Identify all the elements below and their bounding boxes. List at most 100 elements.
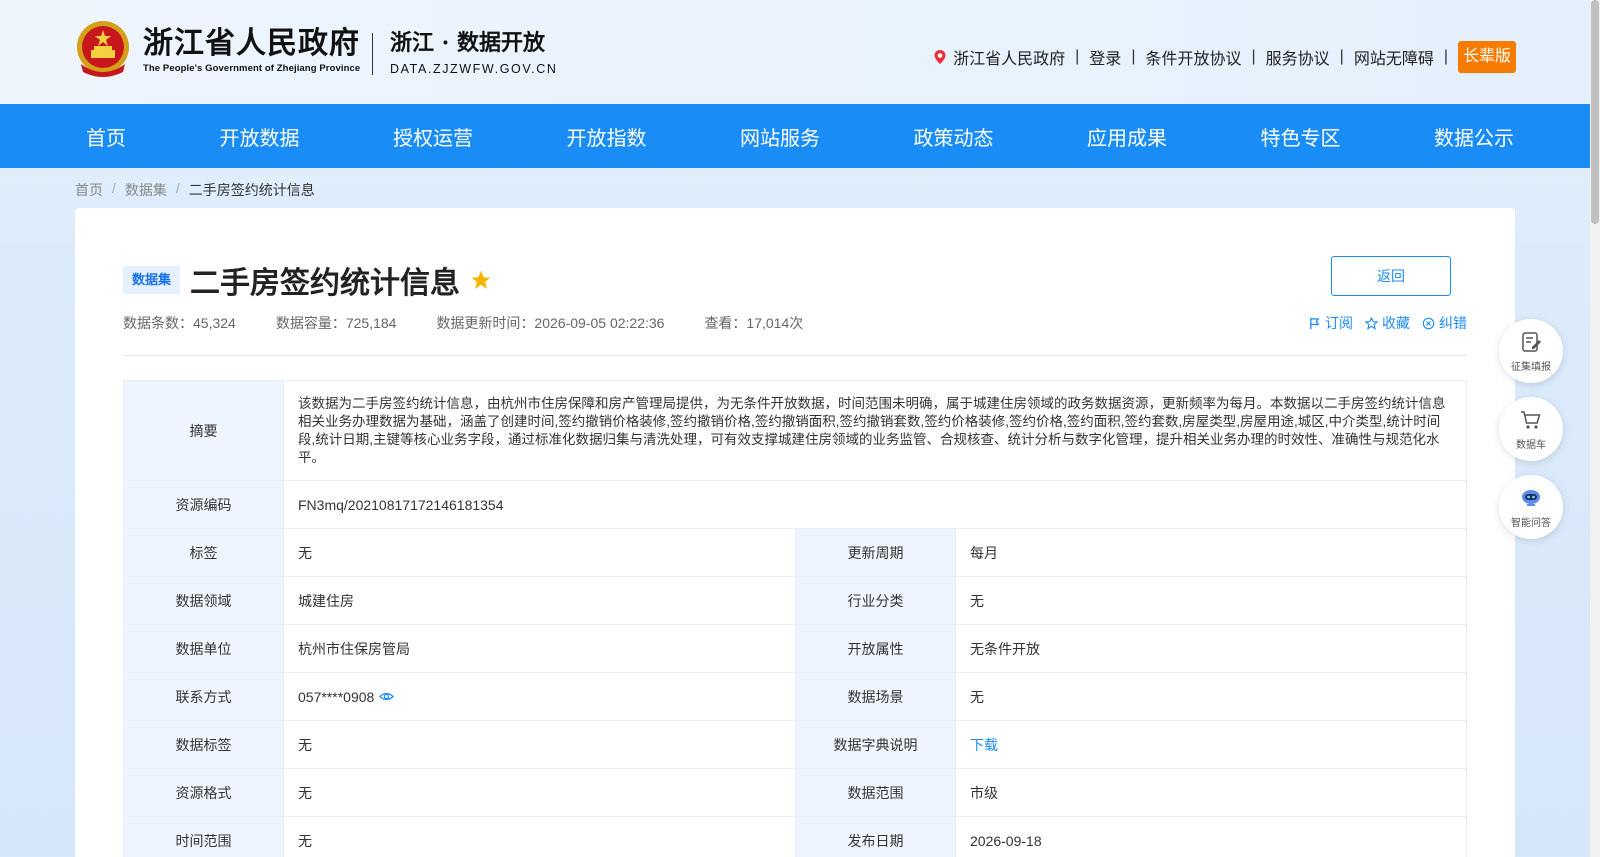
nav-policy-news[interactable]: 政策动态 <box>914 122 994 151</box>
elder-mode-button[interactable]: 长辈版 <box>1457 41 1516 73</box>
top-links: 浙江省人民政府 | 登录 | 条件开放协议 | 服务协议 | 网站无障碍 | 长… <box>932 41 1516 73</box>
field-label: 联系方式 <box>124 673 284 720</box>
field-value: 无 <box>284 817 796 857</box>
logo-cn-text: 浙江省人民政府 <box>143 26 360 61</box>
meta-capacity: 数据容量：725,184 <box>275 315 397 331</box>
field-label: 标签 <box>124 529 284 576</box>
national-emblem-icon[interactable] <box>75 20 131 78</box>
subscribe-label: 订阅 <box>1325 315 1353 331</box>
logo-title[interactable]: 浙江省人民政府 The People's Government of Zheji… <box>143 26 360 74</box>
field-label: 时间范围 <box>124 817 284 857</box>
subscribe-button[interactable]: 订阅 <box>1308 313 1353 333</box>
nav-applications[interactable]: 应用成果 <box>1087 122 1167 151</box>
resource-code-value: FN3mq/20210817172146181354 <box>284 481 1467 528</box>
scrollbar-thumb[interactable] <box>1591 0 1599 224</box>
survey-float-label: 征集填报 <box>1511 362 1551 373</box>
link-separator: | <box>1339 48 1344 65</box>
location-pin-icon <box>934 50 946 64</box>
meta-views: 查看：17,014次 <box>704 315 804 331</box>
field-value: 城建住房 <box>284 577 796 624</box>
link-province-gov[interactable]: 浙江省人民政府 <box>953 45 1065 69</box>
table-row: 数据标签 无 数据字典说明 下载 <box>124 721 1467 769</box>
link-separator: | <box>1251 48 1256 65</box>
logo-divider <box>372 33 373 75</box>
back-button[interactable]: 返回 <box>1331 256 1451 296</box>
breadcrumb-home[interactable]: 首页 <box>75 180 103 200</box>
field-value: 无 <box>284 529 796 576</box>
table-row: 摘要 该数据为二手房签约统计信息，由杭州市住房保障和房产管理局提供，为无条件开放… <box>124 381 1467 481</box>
field-label: 数据字典说明 <box>796 721 956 768</box>
field-label: 行业分类 <box>796 577 956 624</box>
logo-sub-en-text: DATA.ZJZWFW.GOV.CN <box>390 62 558 76</box>
table-row: 资源格式 无 数据范围 市级 <box>124 769 1467 817</box>
link-conditional-agreement[interactable]: 条件开放协议 <box>1145 45 1241 69</box>
nav-open-data[interactable]: 开放数据 <box>220 122 300 151</box>
field-label: 更新周期 <box>796 529 956 576</box>
edit-form-icon <box>1522 332 1541 352</box>
field-value: 无条件开放 <box>956 625 1467 672</box>
contact-number: 057****0908 <box>298 688 375 705</box>
nav-authorized-operation[interactable]: 授权运营 <box>393 122 473 151</box>
dictionary-download-link[interactable]: 下载 <box>970 735 998 755</box>
dictionary-cell: 下载 <box>956 721 1467 768</box>
dataset-actions: 订阅 收藏 纠错 <box>1296 313 1467 333</box>
breadcrumb-dataset[interactable]: 数据集 <box>125 180 167 200</box>
logo-en-text: The People's Government of Zhejiang Prov… <box>143 63 361 74</box>
ai-qa-float-button[interactable]: 智能问答 <box>1499 475 1563 539</box>
link-separator: | <box>1075 48 1080 65</box>
nav-open-index[interactable]: 开放指数 <box>567 122 647 151</box>
link-separator: | <box>1131 48 1136 65</box>
breadcrumb-separator: / <box>112 180 116 196</box>
table-row: 数据单位 杭州市住保房管局 开放属性 无条件开放 <box>124 625 1467 673</box>
flag-icon <box>1310 317 1320 329</box>
breadcrumb: 首页 / 数据集 / 二手房签约统计信息 <box>75 180 315 200</box>
field-value: 无 <box>284 721 796 768</box>
field-value: 无 <box>956 673 1467 720</box>
field-label: 数据标签 <box>124 721 284 768</box>
report-error-button[interactable]: 纠错 <box>1422 313 1467 333</box>
resource-code-label: 资源编码 <box>124 481 284 528</box>
site-header: 浙江省人民政府 The People's Government of Zheji… <box>0 0 1600 104</box>
survey-float-button[interactable]: 征集填报 <box>1499 319 1563 383</box>
dataset-meta: 数据条数：45,324 数据容量：725,184 数据更新时间：2026-09-… <box>123 313 843 333</box>
field-value: 每月 <box>956 529 1467 576</box>
contact-value: 057****0908 <box>284 673 796 720</box>
field-label: 数据场景 <box>796 673 956 720</box>
nav-home[interactable]: 首页 <box>86 122 126 151</box>
field-label: 数据单位 <box>124 625 284 672</box>
star-icon <box>471 270 491 289</box>
nav-site-services[interactable]: 网站服务 <box>740 122 820 151</box>
field-label: 开放属性 <box>796 625 956 672</box>
field-value: 2026-09-18 <box>956 817 1467 857</box>
meta-updated: 数据更新时间：2026-09-05 02:22:36 <box>436 315 665 331</box>
field-label: 资源格式 <box>124 769 284 816</box>
cart-icon <box>1521 411 1541 429</box>
table-row: 联系方式 057****0908 数据场景 无 <box>124 673 1467 721</box>
title-row: 数据集 二手房签约统计信息 <box>123 258 492 302</box>
nav-data-disclosure[interactable]: 数据公示 <box>1434 122 1514 151</box>
field-value: 无 <box>956 577 1467 624</box>
field-label: 发布日期 <box>796 817 956 857</box>
link-service-agreement[interactable]: 服务协议 <box>1266 45 1330 69</box>
eye-icon[interactable] <box>379 689 395 704</box>
data-cart-float-button[interactable]: 数据车 <box>1499 397 1563 461</box>
field-value: 无 <box>284 769 796 816</box>
ai-qa-float-label: 智能问答 <box>1511 518 1551 529</box>
table-row: 资源编码 FN3mq/20210817172146181354 <box>124 481 1467 529</box>
main-nav: 首页 开放数据 授权运营 开放指数 网站服务 政策动态 应用成果 特色专区 数据… <box>0 104 1600 168</box>
logo-subtitle[interactable]: 浙江 · 数据开放 DATA.ZJZWFW.GOV.CN <box>390 30 557 76</box>
summary-value: 该数据为二手房签约统计信息，由杭州市住房保障和房产管理局提供，为无条件开放数据，… <box>284 381 1467 480</box>
favorite-button[interactable]: 收藏 <box>1365 313 1410 333</box>
breadcrumb-separator: / <box>175 180 180 196</box>
field-label: 数据范围 <box>796 769 956 816</box>
data-cart-float-label: 数据车 <box>1516 440 1546 451</box>
page-scrollbar[interactable] <box>1590 0 1600 857</box>
link-login[interactable]: 登录 <box>1089 45 1121 69</box>
nav-featured-zone[interactable]: 特色专区 <box>1261 122 1341 151</box>
breadcrumb-current: 二手房签约统计信息 <box>188 182 315 198</box>
table-row: 标签 无 更新周期 每月 <box>124 529 1467 577</box>
field-label: 数据领域 <box>124 577 284 624</box>
report-error-label: 纠错 <box>1439 315 1467 331</box>
link-accessibility[interactable]: 网站无障碍 <box>1354 45 1434 69</box>
star-outline-icon <box>1365 316 1378 330</box>
